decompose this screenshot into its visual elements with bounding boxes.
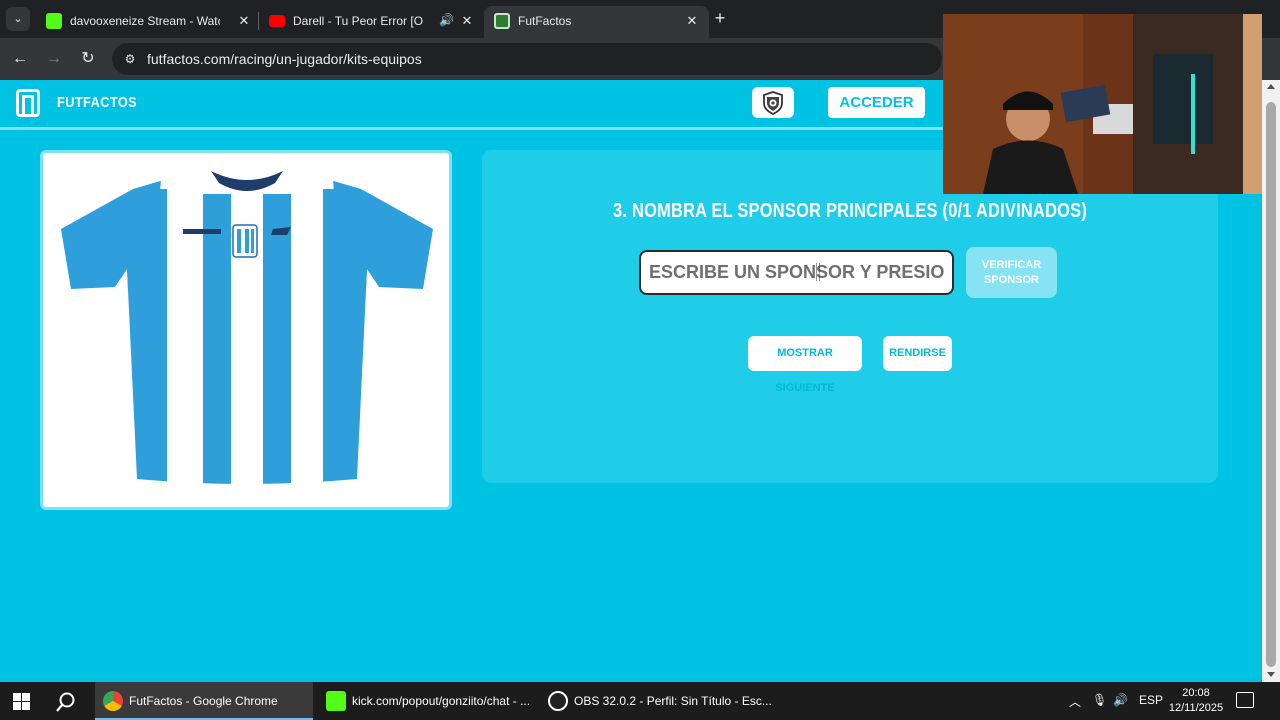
shield-icon: [763, 91, 783, 115]
futfactos-logo-icon[interactable]: [16, 89, 40, 117]
club-crest-icon: [232, 224, 258, 258]
sponsor-answer-input[interactable]: [639, 250, 954, 295]
speaker-icon[interactable]: 🔊: [439, 13, 454, 27]
obs-icon: [548, 691, 568, 711]
scroll-down-arrow-icon[interactable]: [1267, 672, 1275, 677]
give-up-button[interactable]: RENDIRSE: [883, 336, 952, 371]
system-clock[interactable]: 20:08 12/11/2025: [1166, 686, 1226, 716]
close-icon[interactable]: ✕: [683, 12, 701, 30]
chrome-icon: [103, 691, 123, 711]
scroll-up-arrow-icon[interactable]: [1267, 84, 1275, 89]
taskbar-label: kick.com/popout/gonziito/chat - ...: [352, 694, 531, 708]
scrollbar-thumb[interactable]: [1266, 102, 1276, 667]
taskbar-label: OBS 32.0.2 - Perfil: Sin Título - Esc...: [574, 694, 772, 708]
language-indicator[interactable]: ESP: [1139, 693, 1163, 707]
brand-name[interactable]: FUTFACTOS: [57, 94, 137, 111]
tab-title: FutFactos: [518, 14, 572, 28]
search-icon[interactable]: [55, 691, 77, 713]
taskbar-obs[interactable]: OBS 32.0.2 - Perfil: Sin Título - Esc...: [540, 682, 772, 720]
question-text: 3. NOMBRA EL SPONSOR PRINCIPALES (0/1 AD…: [612, 200, 1088, 222]
new-tab-button[interactable]: +: [710, 8, 730, 28]
login-button[interactable]: ACCEDER: [828, 87, 925, 118]
notification-icon[interactable]: [1236, 692, 1254, 708]
forward-arrow-icon[interactable]: →: [43, 48, 65, 70]
tab-kick-stream[interactable]: davooxeneize Stream - Watch L ✕: [36, 6, 261, 38]
kick-icon: [326, 691, 346, 711]
chevron-up-icon[interactable]: ︿: [1069, 693, 1081, 710]
reload-icon[interactable]: ↻: [77, 48, 99, 70]
quiz-panel: 3. NOMBRA EL SPONSOR PRINCIPALES (0/1 AD…: [482, 150, 1218, 483]
page-scrollbar[interactable]: [1262, 80, 1280, 682]
kick-favicon-icon: [46, 13, 62, 29]
show-next-button[interactable]: MOSTRAR SIGUIENTE: [748, 336, 862, 394]
youtube-favicon-icon: [269, 15, 285, 27]
tab-title: davooxeneize Stream - Watch L: [70, 14, 220, 28]
back-arrow-icon[interactable]: ←: [9, 48, 31, 70]
text-cursor-icon: [816, 263, 820, 281]
streamer-webcam-image: [943, 14, 1262, 194]
futfactos-favicon-icon: [494, 13, 510, 29]
webcam-overlay: [943, 14, 1262, 194]
address-bar[interactable]: ⚙ futfactos.com/racing/un-jugador/kits-e…: [112, 43, 942, 75]
tab-search-chevron-icon[interactable]: ⌄: [6, 7, 30, 31]
jersey-image-card: [40, 150, 452, 510]
taskbar-chrome[interactable]: FutFactos - Google Chrome: [95, 682, 313, 720]
clock-time: 20:08: [1182, 687, 1210, 699]
clock-date: 12/11/2025: [1168, 702, 1224, 714]
verify-sponsor-button[interactable]: VERIFICAR SPONSOR: [966, 247, 1057, 298]
club-shield-button[interactable]: [752, 87, 794, 118]
question-heading: 3. NOMBRA EL SPONSOR PRINCIPALES (0/1 AD…: [482, 200, 1218, 223]
tab-youtube-darell[interactable]: Darell - Tu Peor Error [Offici 🔊 ✕: [259, 6, 484, 38]
url-text[interactable]: futfactos.com/racing/un-jugador/kits-equ…: [147, 51, 422, 67]
close-icon[interactable]: ✕: [235, 12, 253, 30]
windows-start-icon[interactable]: [13, 693, 30, 710]
windows-taskbar: FutFactos - Google Chrome kick.com/popou…: [0, 682, 1280, 720]
racing-jersey-image: [61, 169, 433, 484]
taskbar-kick-chat[interactable]: kick.com/popout/gonziito/chat - ...: [318, 682, 536, 720]
tab-title: Darell - Tu Peor Error [Offici: [293, 14, 423, 28]
tab-futfactos[interactable]: FutFactos ✕: [484, 6, 709, 38]
volume-icon[interactable]: 🔊: [1113, 693, 1128, 707]
microphone-icon[interactable]: 🎙: [1092, 693, 1107, 707]
close-icon[interactable]: ✕: [458, 12, 476, 30]
taskbar-label: FutFactos - Google Chrome: [129, 694, 278, 708]
site-settings-icon[interactable]: ⚙: [122, 51, 138, 67]
